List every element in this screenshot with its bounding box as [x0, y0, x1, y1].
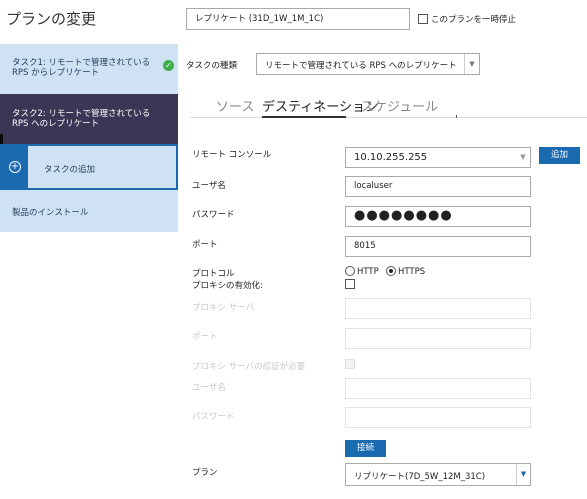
protocol-label: プロトコル — [192, 269, 235, 279]
username-input[interactable]: localuser — [345, 176, 531, 197]
sidebar-item-label: タスクの追加 — [44, 165, 96, 175]
sidebar-item-label: 製品のインストール — [12, 208, 89, 218]
username-label: ユーザ名 — [192, 181, 226, 191]
chevron-down-icon: ▼ — [520, 153, 526, 161]
protocol-http-radio[interactable] — [345, 266, 355, 276]
sidebar-item-label: タスク1: リモートで管理されている RPS からレプリケート — [12, 58, 151, 78]
pause-plan-checkbox[interactable] — [418, 14, 428, 24]
proxy-server-label: プロキシ サーバ — [192, 303, 255, 313]
tab-schedule[interactable]: スケジュール — [361, 96, 438, 115]
remote-console-select[interactable]: 10.10.255.255 ▼ — [345, 147, 531, 168]
sidebar-item-install[interactable]: 製品のインストール — [0, 190, 178, 232]
active-tab-indicator — [262, 116, 346, 118]
proxy-port-input[interactable] — [345, 328, 531, 349]
tab-source[interactable]: ソース — [216, 96, 254, 115]
proxy-enable-label: プロキシの有効化: — [192, 281, 263, 291]
proxy-auth-label: プロキシ サーバの認証が必要 — [192, 362, 306, 372]
tab-divider — [190, 117, 587, 118]
plan-name-input[interactable]: レプリケート (31D_1W_1M_1C) — [186, 8, 410, 30]
add-icon-box: + — [2, 146, 28, 188]
remote-console-label: リモート コンソール — [192, 150, 272, 160]
port-label: ポート — [192, 240, 218, 250]
password-label: パスワード — [192, 210, 235, 220]
task-type-select[interactable]: リモートで管理されている RPS へのレプリケート ▼ — [256, 53, 480, 75]
sidebar-item-add-task[interactable]: + タスクの追加 — [0, 144, 178, 190]
proxy-enable-checkbox[interactable] — [345, 279, 355, 289]
task-type-label: タスクの種類 — [186, 61, 238, 71]
plus-icon: + — [9, 161, 21, 173]
proxy-username-label: ユーザ名 — [192, 383, 226, 393]
sidebar-item-task1[interactable]: タスク1: リモートで管理されている RPS からレプリケート ✓ — [0, 44, 178, 94]
check-icon: ✓ — [163, 60, 174, 71]
proxy-password-input[interactable] — [345, 407, 531, 428]
sidebar-item-label: タスク2: リモートで管理されている RPS へのレプリケート — [12, 109, 151, 129]
proxy-server-input[interactable] — [345, 298, 531, 319]
remote-console-value: 10.10.255.255 — [354, 152, 428, 163]
proxy-port-label: ポート — [192, 332, 218, 342]
chevron-down-icon: ▼ — [516, 464, 530, 485]
add-button[interactable]: 追加 — [539, 147, 580, 164]
page-title: プランの変更 — [6, 10, 97, 28]
selection-marker — [0, 134, 3, 144]
proxy-password-label: パスワード — [192, 412, 235, 422]
sidebar-item-task2[interactable]: タスク2: リモートで管理されている RPS へのレプリケート — [0, 94, 178, 144]
port-input[interactable]: 8015 — [345, 236, 531, 257]
proxy-auth-checkbox[interactable] — [345, 359, 355, 369]
password-input[interactable]: ●●●●●●●● — [345, 206, 531, 227]
plan-value: リプリケート(7D_5W_12M_31C) — [354, 472, 486, 482]
plan-select[interactable]: リプリケート(7D_5W_12M_31C) ▼ — [345, 463, 531, 486]
tab-tick — [456, 115, 457, 118]
protocol-https-radio[interactable] — [386, 266, 396, 276]
protocol-http-label: HTTP — [357, 267, 379, 277]
pause-plan-label: このプランを一時停止 — [431, 15, 517, 25]
proxy-username-input[interactable] — [345, 378, 531, 399]
task-type-value: リモートで管理されている RPS へのレプリケート — [265, 61, 457, 71]
connect-button[interactable]: 接続 — [345, 440, 386, 457]
protocol-https-label: HTTPS — [398, 267, 426, 277]
plan-label: プラン — [192, 468, 218, 478]
chevron-down-icon: ▼ — [464, 54, 479, 74]
